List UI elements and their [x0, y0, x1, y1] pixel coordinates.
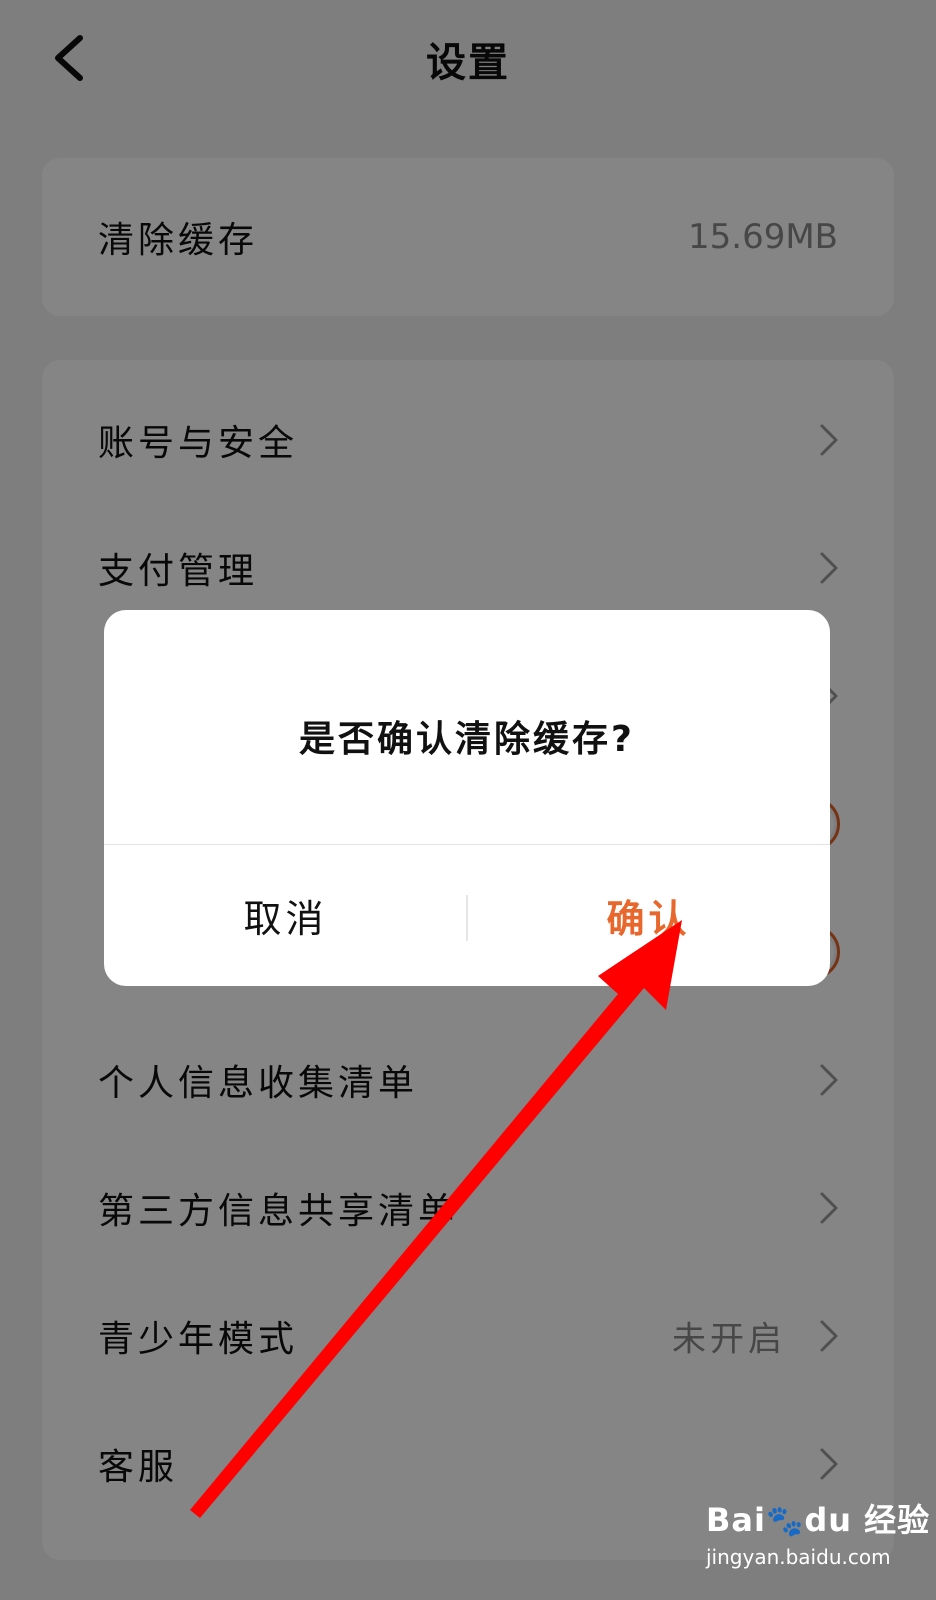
dialog-title: 是否确认清除缓存? [299, 719, 635, 760]
confirm-dialog: 是否确认清除缓存? 取消 确认 [104, 610, 830, 986]
confirm-button[interactable]: 确认 [467, 845, 830, 986]
watermark: Bai🐾du 经验 jingyan.baidu.com [706, 1495, 931, 1569]
watermark-logo: Bai🐾du 经验 [706, 1501, 931, 1539]
cancel-button[interactable]: 取消 [104, 845, 467, 986]
watermark-url: jingyan.baidu.com [706, 1545, 891, 1569]
